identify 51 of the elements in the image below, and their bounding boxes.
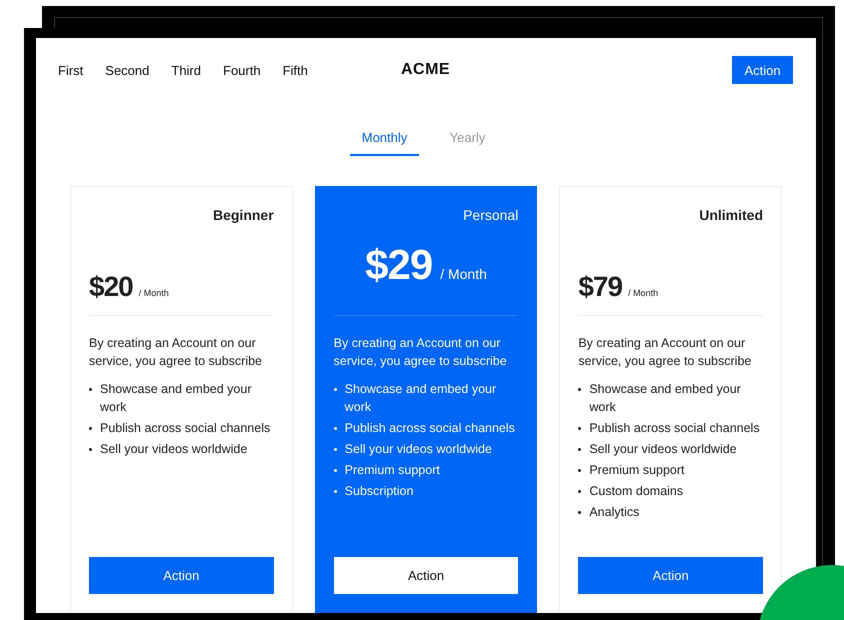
bullet-icon	[578, 427, 582, 430]
feature-item: Showcase and embed your work	[589, 381, 742, 416]
bullet-icon	[578, 469, 582, 472]
bullet-icon	[89, 388, 92, 391]
bullet-icon	[578, 511, 582, 514]
feature-item: Analytics	[589, 504, 640, 521]
plan-action-button[interactable]: Action	[89, 557, 274, 594]
bullet-icon	[334, 427, 337, 430]
plan-name: Beginner	[212, 207, 274, 223]
bullet-icon	[89, 448, 92, 451]
plan-description: By creating an Account on our service, you agree to subscribe	[578, 335, 752, 370]
bullet-icon	[578, 388, 582, 391]
bullet-icon	[334, 388, 337, 391]
feature-item: Publish across social channels	[344, 420, 515, 437]
nav-link[interactable]: Fourth	[223, 62, 261, 78]
logo: ACME	[400, 61, 450, 79]
feature-item: Subscription	[344, 483, 414, 500]
plan-description: By creating an Account on our service, you agree to subscribe	[334, 335, 508, 370]
plan-action-button[interactable]: Action	[334, 557, 518, 594]
bullet-icon	[334, 469, 337, 472]
feature-item: Sell your videos worldwide	[589, 441, 737, 458]
bullet-icon	[334, 490, 337, 493]
bullet-icon	[578, 448, 582, 451]
billing-tab[interactable]: Monthly	[350, 122, 419, 156]
feature-item: Custom domains	[589, 483, 684, 500]
plan-description: By creating an Account on our service, you agree to subscribe	[89, 335, 264, 370]
price-period: / Month	[628, 288, 658, 298]
feature-item: Premium support	[589, 462, 685, 479]
feature-item: Publish across social channels	[589, 420, 760, 437]
nav-link[interactable]: Third	[171, 62, 201, 78]
bullet-icon	[578, 490, 582, 493]
bullet-icon	[89, 427, 92, 430]
feature-item: Sell your videos worldwide	[100, 441, 248, 458]
plan-action-button[interactable]: Action	[578, 557, 764, 594]
plan-price: $79	[578, 271, 622, 303]
action-button[interactable]: Action	[732, 56, 794, 84]
nav-link[interactable]: First	[58, 62, 84, 78]
price-period: / Month	[138, 288, 169, 298]
nav-link[interactable]: Fifth	[282, 62, 308, 78]
plan-name: Unlimited	[699, 207, 764, 223]
feature-item: Publish across social channels	[100, 420, 270, 437]
bullet-icon	[334, 448, 337, 451]
plan-price: $29	[365, 241, 432, 289]
plan-name: Personal	[463, 207, 518, 223]
price-period: / Month	[440, 266, 487, 282]
nav-link[interactable]: Second	[105, 62, 150, 78]
plan-price: $20	[89, 271, 133, 303]
feature-item: Premium support	[344, 462, 440, 479]
feature-item: Sell your videos worldwide	[344, 441, 492, 458]
feature-item: Showcase and embed your work	[344, 381, 498, 416]
feature-item: Showcase and embed your work	[100, 381, 252, 416]
